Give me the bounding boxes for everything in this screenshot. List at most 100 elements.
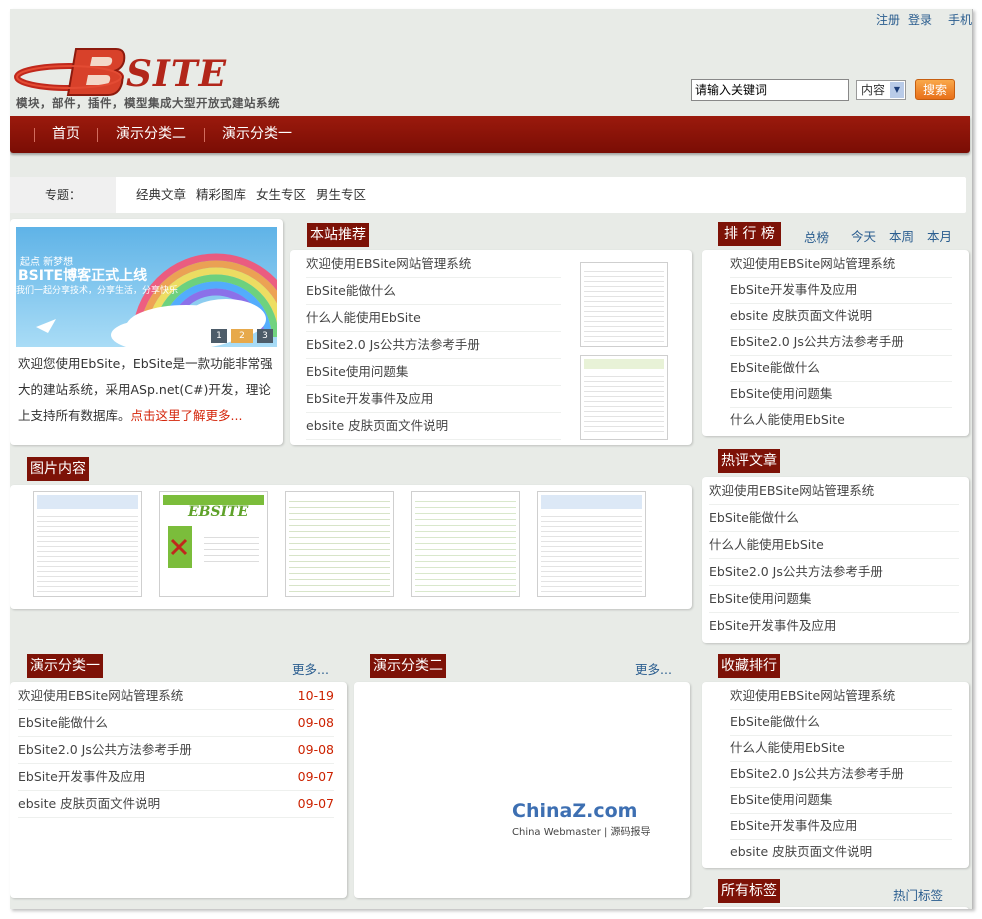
search-button[interactable]: 搜索 — [915, 79, 955, 100]
table-row[interactable]: ebsite 皮肤页面文件说明 09-07 — [18, 790, 334, 818]
nav-item-home[interactable]: 首页 — [52, 116, 80, 153]
hot-title: 热评文章 — [718, 449, 780, 473]
document-preview — [415, 496, 516, 593]
list-item[interactable]: EbSite2.0 Js公共方法参考手册 — [730, 328, 952, 356]
category-1-more-link[interactable]: 更多... — [292, 659, 329, 678]
list-item[interactable]: 什么人能使用EbSite — [709, 531, 959, 559]
document-preview — [584, 372, 664, 436]
hot-tags-link[interactable]: 热门标签 — [893, 885, 943, 904]
list-item[interactable]: EbSite能做什么 — [730, 354, 952, 382]
article-date: 09-07 — [297, 769, 334, 784]
mobile-link[interactable]: 手机 — [948, 13, 972, 27]
table-row[interactable]: EbSite开发事件及应用 09-07 — [18, 763, 334, 791]
list-item[interactable]: EbSite能做什么 — [306, 277, 561, 305]
intro-text-block: 欢迎您使用EbSite，EbSite是一款功能非常强大的建站系统，采用ASp.n… — [18, 351, 280, 429]
intro-panel: 起点 新梦想 BSITE博客正式上线 我们一起分享技术，分享生活，分享快乐 1 … — [10, 219, 283, 445]
search-input[interactable]: 请输入关键词 — [691, 79, 849, 101]
list-item[interactable]: EbSite2.0 Js公共方法参考手册 — [730, 760, 952, 788]
chinaz-watermark: ChinaZ.com — [512, 800, 638, 822]
topic-item[interactable]: 精彩图库 — [196, 177, 246, 213]
tags-title: 所有标签 — [718, 879, 780, 903]
list-item[interactable]: 欢迎使用EBSite网站管理系统 — [730, 682, 952, 710]
picture-thumbnail[interactable] — [411, 491, 520, 597]
list-item[interactable]: 什么人能使用EbSite — [306, 304, 561, 332]
nav-separator — [34, 128, 35, 142]
table-row[interactable]: EbSite2.0 Js公共方法参考手册 09-08 — [18, 736, 334, 764]
table-row[interactable]: EbSite能做什么 09-08 — [18, 709, 334, 737]
list-item[interactable]: EbSite能做什么 — [730, 708, 952, 736]
logo-text: SITE — [126, 53, 228, 95]
list-item[interactable]: EbSite开发事件及应用 — [730, 812, 952, 840]
topic-bar: 专题： 经典文章 精彩图库 女生专区 男生专区 — [10, 177, 966, 213]
table-row[interactable]: 欢迎使用EBSite网站管理系统 10-19 — [18, 682, 334, 710]
article-title: EbSite开发事件及应用 — [18, 769, 146, 784]
banner-page-1[interactable]: 1 — [211, 329, 227, 343]
search-scope-select[interactable]: 内容 ▼ — [856, 80, 906, 100]
list-item[interactable]: EbSite开发事件及应用 — [730, 276, 952, 304]
document-header-preview — [584, 359, 664, 369]
list-item[interactable]: EbSite能做什么 — [709, 504, 959, 532]
recommend-panel: 欢迎使用EBSite网站管理系统 EbSite能做什么 什么人能使用EbSite… — [290, 250, 692, 445]
list-item[interactable]: ebsite 皮肤页面文件说明 — [306, 412, 561, 440]
article-date: 10-19 — [297, 688, 334, 703]
banner-page-3[interactable]: 3 — [257, 329, 273, 343]
tab-week[interactable]: 本周 — [889, 226, 914, 245]
site-slogan: 模块，部件，插件，模型集成大型开放式建站系统 — [16, 96, 280, 110]
recommend-thumbnail[interactable] — [580, 262, 668, 347]
list-item[interactable]: 什么人能使用EbSite — [730, 406, 952, 433]
category-1-title: 演示分类一 — [27, 654, 103, 678]
banner-sub-text: 我们一起分享技术，分享生活，分享快乐 — [16, 286, 179, 296]
nav-item-category-1[interactable]: 演示分类一 — [222, 116, 292, 153]
hot-panel: 欢迎使用EBSite网站管理系统 EbSite能做什么 什么人能使用EbSite… — [702, 477, 969, 643]
topic-item[interactable]: 男生专区 — [316, 177, 366, 213]
picture-thumbnail[interactable] — [33, 491, 142, 597]
list-item[interactable]: EbSite开发事件及应用 — [306, 385, 561, 413]
picture-thumbnail[interactable] — [537, 491, 646, 597]
list-item[interactable]: EbSite使用问题集 — [730, 380, 952, 408]
article-date: 09-08 — [297, 742, 334, 757]
list-item[interactable]: EbSite2.0 Js公共方法参考手册 — [709, 558, 959, 586]
list-item[interactable]: 什么人能使用EbSite — [730, 734, 952, 762]
nav-item-category-2[interactable]: 演示分类二 — [116, 116, 186, 153]
topic-item[interactable]: 女生专区 — [256, 177, 306, 213]
picture-thumbnail[interactable]: EBSITE — [159, 491, 268, 597]
tab-total[interactable]: 总榜 — [804, 227, 829, 246]
register-link[interactable]: 注册 — [876, 13, 900, 27]
category-2-more-link[interactable]: 更多... — [635, 659, 672, 678]
page-frame: 注册 登录 手机 SITE 模块，部件，插件，模型集成大型开放式建站系统 请输入关键… — [10, 9, 973, 909]
article-title: ebsite 皮肤页面文件说明 — [18, 796, 161, 811]
document-preview — [289, 496, 390, 593]
nav-separator — [204, 128, 205, 142]
login-link[interactable]: 登录 — [908, 13, 932, 27]
recommend-thumbnail[interactable] — [580, 355, 668, 440]
banner-page-2[interactable]: 2 — [231, 329, 253, 343]
tags-panel — [702, 907, 969, 909]
pictures-title: 图片内容 — [27, 457, 89, 481]
topic-label: 专题： — [10, 177, 116, 213]
list-item[interactable]: EbSite2.0 Js公共方法参考手册 — [306, 331, 561, 359]
article-date: 09-07 — [297, 796, 334, 811]
list-item[interactable]: EbSite使用问题集 — [730, 786, 952, 814]
list-item[interactable]: ebsite 皮肤页面文件说明 — [730, 838, 952, 865]
picture-thumbnail[interactable] — [285, 491, 394, 597]
list-item[interactable]: EbSite开发事件及应用 — [709, 612, 959, 639]
article-title: EbSite能做什么 — [18, 715, 108, 730]
intro-more-link[interactable]: 点击这里了解更多... — [131, 408, 243, 423]
search-scope-value: 内容 — [861, 83, 886, 97]
tab-today[interactable]: 今天 — [851, 226, 876, 245]
list-item[interactable]: 欢迎使用EBSite网站管理系统 — [306, 250, 561, 278]
list-item[interactable]: 欢迎使用EBSite网站管理系统 — [709, 477, 959, 505]
tab-month[interactable]: 本月 — [927, 226, 952, 245]
list-item[interactable]: ebsite 皮肤页面文件说明 — [730, 302, 952, 330]
thumbnail-brand-text: EBSITE — [188, 504, 249, 520]
list-item[interactable]: 欢迎使用EBSite网站管理系统 — [730, 250, 952, 278]
chevron-down-icon: ▼ — [890, 82, 904, 98]
favorite-panel: 欢迎使用EBSite网站管理系统 EbSite能做什么 什么人能使用EbSite… — [702, 682, 969, 868]
ranking-title: 排 行 榜 — [718, 222, 781, 246]
list-item[interactable]: EbSite使用问题集 — [709, 585, 959, 613]
category-1-panel: 欢迎使用EBSite网站管理系统 10-19 EbSite能做什么 09-08 Eb… — [10, 682, 347, 898]
topic-item[interactable]: 经典文章 — [136, 177, 186, 213]
list-item[interactable]: EbSite使用问题集 — [306, 358, 561, 386]
banner-big-text: BSITE博客正式上线 — [18, 268, 148, 284]
banner-image[interactable]: 起点 新梦想 BSITE博客正式上线 我们一起分享技术，分享生活，分享快乐 1 … — [16, 227, 277, 347]
